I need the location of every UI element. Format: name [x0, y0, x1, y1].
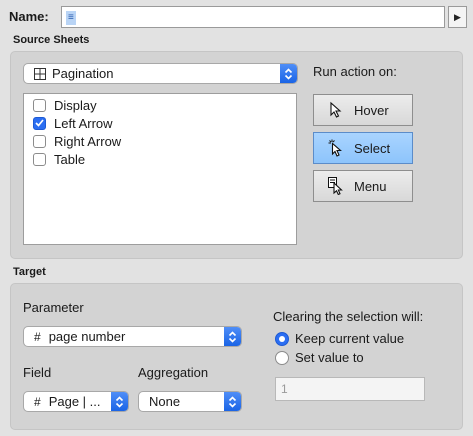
- hover-button[interactable]: Hover: [313, 94, 413, 126]
- field-select[interactable]: # Page | ...: [23, 391, 129, 412]
- sheet-label: Display: [54, 97, 97, 113]
- menu-label: Menu: [354, 178, 387, 194]
- hover-label: Hover: [354, 102, 389, 118]
- run-action-title: Run action on:: [313, 64, 397, 79]
- menu-cursor-icon: [328, 177, 344, 196]
- sheet-label: Left Arrow: [54, 115, 113, 131]
- chevron-updown-icon: [280, 64, 297, 83]
- keep-current-value-label: Keep current value: [295, 331, 405, 346]
- checkbox-checked[interactable]: [33, 116, 46, 130]
- source-dashboard-value: Pagination: [52, 66, 114, 81]
- sheet-label: Table: [54, 151, 86, 167]
- radio-unselected[interactable]: [275, 350, 289, 365]
- chevron-updown-icon: [224, 392, 241, 411]
- list-item[interactable]: Table: [33, 150, 85, 168]
- parameter-label: Parameter: [23, 300, 84, 315]
- list-item[interactable]: Left Arrow: [33, 114, 113, 132]
- aggregation-label: Aggregation: [138, 365, 209, 380]
- checkmark-icon: [35, 119, 44, 127]
- sheet-list: Display Left Arrow Right Arrow Table: [23, 93, 297, 245]
- number-type-icon: #: [34, 329, 41, 344]
- list-item[interactable]: Display: [33, 96, 97, 114]
- select-button[interactable]: Select: [313, 132, 413, 164]
- keep-current-value-option[interactable]: Keep current value: [275, 331, 404, 346]
- grid-icon: [34, 67, 46, 80]
- parameter-value: page number: [48, 329, 126, 344]
- cursor-icon: [328, 101, 344, 119]
- set-value-input[interactable]: 1: [275, 377, 425, 401]
- sheet-label: Right Arrow: [54, 133, 122, 149]
- checkbox[interactable]: [33, 98, 46, 112]
- name-label: Name:: [9, 9, 49, 24]
- name-insert-button[interactable]: ▶: [448, 6, 467, 28]
- aggregation-select[interactable]: None: [138, 391, 242, 412]
- checkbox[interactable]: [33, 152, 46, 166]
- aggregation-value: None: [149, 394, 181, 409]
- select-label: Select: [354, 140, 391, 156]
- set-value-to-label: Set value to: [295, 350, 364, 365]
- select-cursor-icon: [328, 139, 344, 157]
- clearing-title: Clearing the selection will:: [273, 309, 424, 324]
- list-item[interactable]: Right Arrow: [33, 132, 121, 150]
- chevron-updown-icon: [111, 392, 128, 411]
- target-title: Target: [13, 266, 46, 278]
- checkbox[interactable]: [33, 134, 46, 148]
- field-value: Page | ...: [48, 394, 101, 409]
- chevron-updown-icon: [224, 327, 241, 346]
- source-dashboard-select[interactable]: Pagination: [23, 63, 298, 84]
- set-value-to-option[interactable]: Set value to: [275, 350, 364, 365]
- name-input[interactable]: ≡: [61, 6, 445, 28]
- menu-button[interactable]: Menu: [313, 170, 413, 202]
- field-label: Field: [23, 365, 52, 380]
- name-value: ≡: [66, 11, 76, 25]
- radio-selected[interactable]: [275, 331, 289, 346]
- parameter-select[interactable]: # page number: [23, 326, 242, 347]
- number-type-icon: #: [34, 394, 41, 409]
- source-sheets-title: Source Sheets: [13, 34, 90, 46]
